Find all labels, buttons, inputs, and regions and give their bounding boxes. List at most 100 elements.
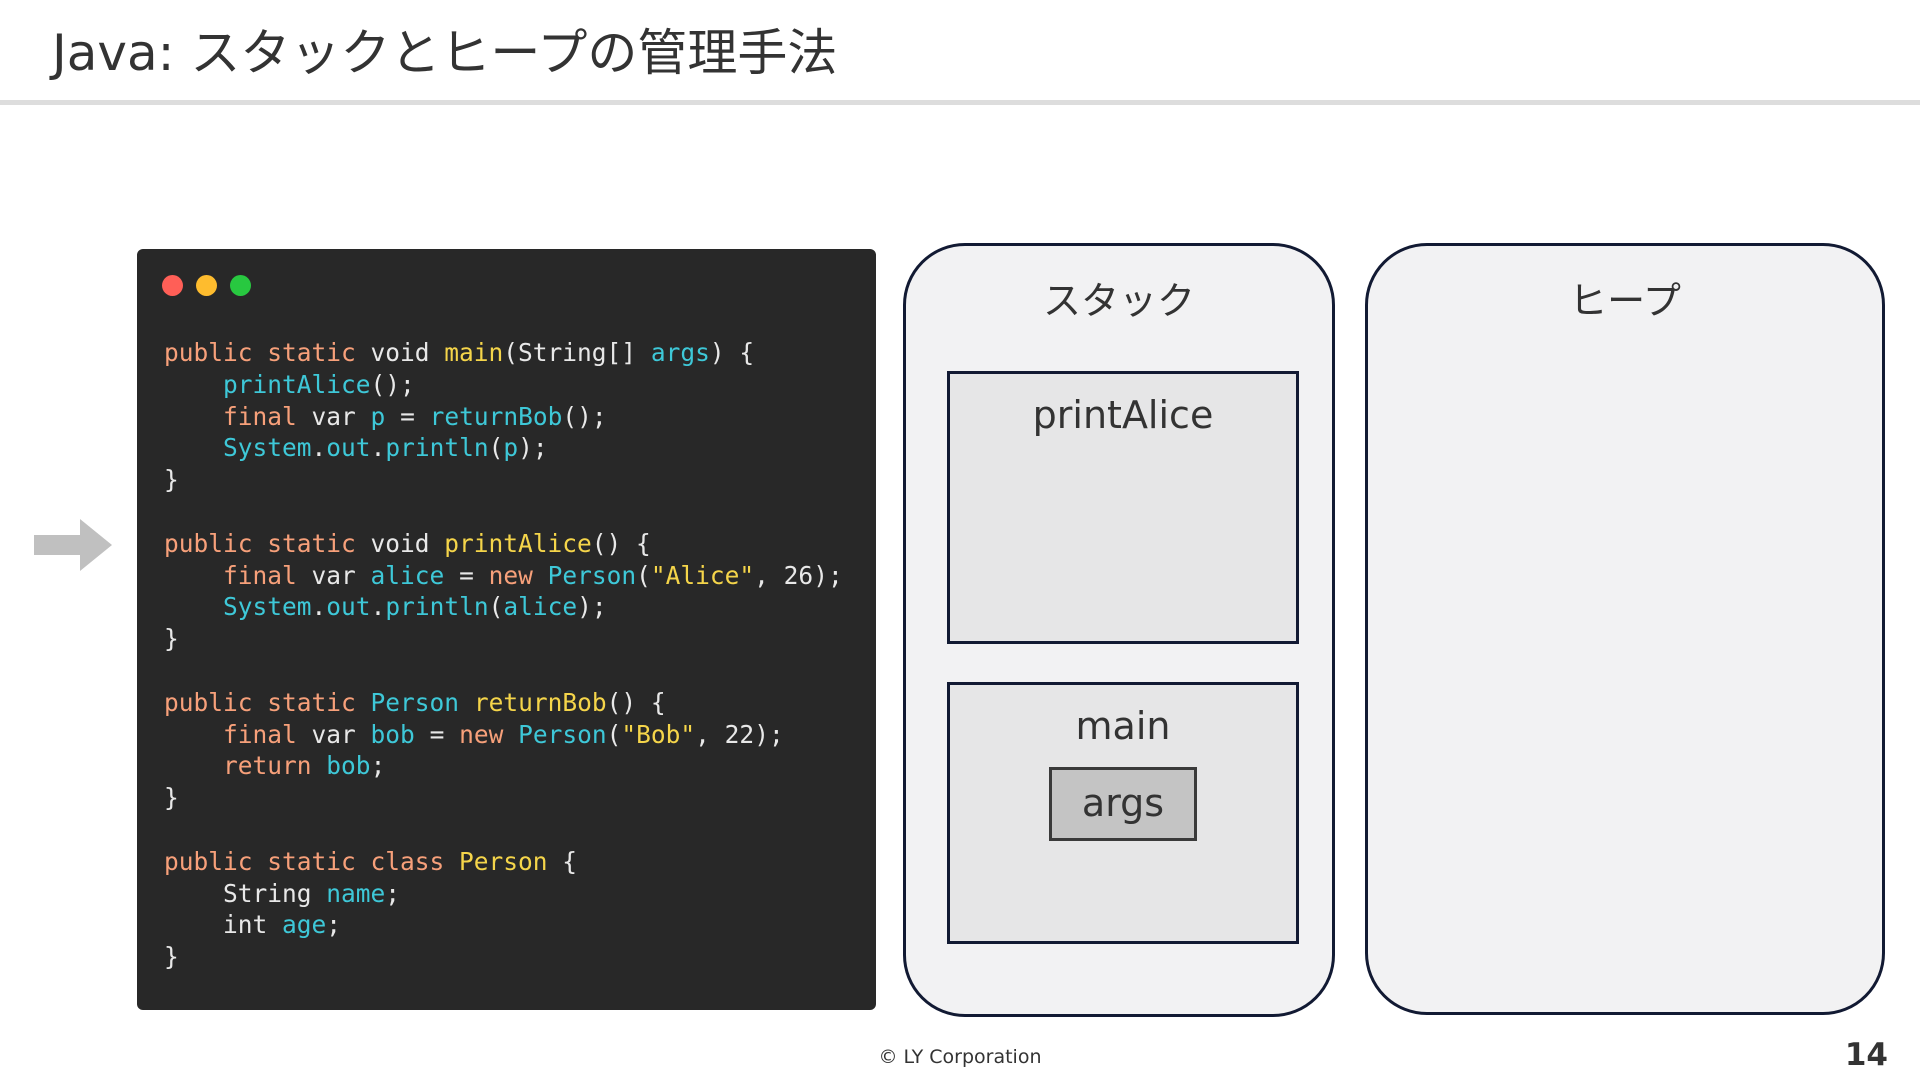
code-identifier: args	[650, 338, 710, 367]
stack-frame-main: main args	[947, 682, 1299, 944]
code-text: ;	[370, 751, 386, 781]
heap-panel: ヒープ	[1365, 243, 1885, 1015]
code-text: .	[370, 592, 386, 622]
code-text: );	[518, 433, 548, 463]
code-text: (	[606, 719, 622, 749]
code-function-name: main	[444, 338, 504, 367]
code-text: .	[370, 433, 386, 463]
code-line: public static class Person {	[164, 846, 843, 878]
code-line: System.out.println(p);	[164, 432, 843, 464]
window-close-button[interactable]	[162, 275, 183, 296]
code-keyword: public static	[164, 687, 356, 717]
code-keyword: return	[223, 751, 312, 781]
code-keyword: public static	[164, 528, 356, 558]
code-identifier: p	[503, 433, 519, 463]
code-line: final var alice = new Person("Alice", 26…	[164, 560, 843, 592]
code-text: {	[547, 846, 578, 876]
code-window: public static void main(String[] args) {…	[137, 249, 876, 1010]
code-text: =	[444, 560, 489, 590]
code-string: "Bob"	[621, 719, 696, 749]
code-line: return bob;	[164, 750, 843, 782]
stack-variable-args: args	[1049, 767, 1197, 841]
stack-frame-printalice: printAlice	[947, 371, 1299, 644]
code-keyword: final	[223, 560, 297, 590]
code-identifier: println	[385, 592, 489, 622]
right-arrow-icon	[34, 519, 112, 571]
code-identifier: Person	[370, 687, 460, 717]
code-text: String	[164, 878, 327, 908]
code-identifier: bob	[370, 719, 415, 749]
code-text: ,	[695, 719, 725, 749]
code-line: }	[164, 941, 843, 973]
code-keyword: final	[223, 401, 297, 431]
code-identifier: Person	[518, 719, 607, 749]
code-number: 22	[724, 719, 755, 749]
code-identifier: out	[326, 433, 371, 463]
code-text: void	[355, 338, 445, 367]
code-text: }	[164, 465, 179, 495]
code-line: }	[164, 782, 843, 814]
code-identifier: alice	[370, 560, 445, 590]
footer-copyright: © LY Corporation	[878, 1046, 1042, 1068]
code-text: .	[311, 433, 327, 463]
stack-panel: スタック printAlice main args	[903, 243, 1335, 1017]
code-keyword: new	[488, 560, 533, 590]
code-text: .	[311, 592, 327, 622]
code-text: ) {	[709, 338, 755, 367]
code-text: =	[385, 401, 430, 431]
code-text: );	[813, 560, 843, 590]
code-identifier: out	[326, 592, 371, 622]
code-text: ;	[385, 878, 401, 908]
code-block: public static void main(String[] args) {…	[164, 337, 843, 973]
heap-title: ヒープ	[1569, 279, 1681, 323]
code-text: var	[296, 401, 371, 431]
code-identifier: p	[370, 401, 386, 431]
code-identifier: age	[282, 910, 327, 940]
code-line: }	[164, 464, 843, 496]
code-text: }	[164, 942, 179, 972]
window-maximize-button[interactable]	[230, 275, 251, 296]
code-line: int age;	[164, 909, 843, 941]
window-minimize-button[interactable]	[196, 275, 217, 296]
code-line: System.out.println(alice);	[164, 591, 843, 623]
code-text: ;	[326, 910, 342, 940]
code-identifier: returnBob	[429, 401, 563, 431]
code-function-name: Person	[459, 846, 548, 876]
code-identifier: System	[223, 433, 312, 463]
code-text: ,	[754, 560, 784, 590]
code-function-name: returnBob	[473, 687, 607, 717]
code-identifier: System	[223, 592, 312, 622]
code-text: }	[164, 624, 179, 654]
code-number: 26	[783, 560, 814, 590]
code-function-name: printAlice	[444, 528, 592, 558]
code-text: ();	[562, 401, 607, 431]
code-text: );	[577, 592, 607, 622]
code-keyword: public static class	[164, 846, 445, 876]
code-identifier: alice	[503, 592, 578, 622]
stack-frame-label: main	[1075, 704, 1171, 748]
code-line: String name;	[164, 878, 843, 910]
code-keyword: new	[459, 719, 504, 749]
code-text: (	[488, 433, 504, 463]
code-identifier: bob	[326, 751, 371, 781]
code-text: (	[488, 592, 504, 622]
stack-frame-label: printAlice	[1032, 393, 1214, 437]
code-keyword: final	[223, 719, 297, 749]
title-divider	[0, 100, 1920, 105]
code-line: public static void printAlice() {	[164, 528, 843, 560]
